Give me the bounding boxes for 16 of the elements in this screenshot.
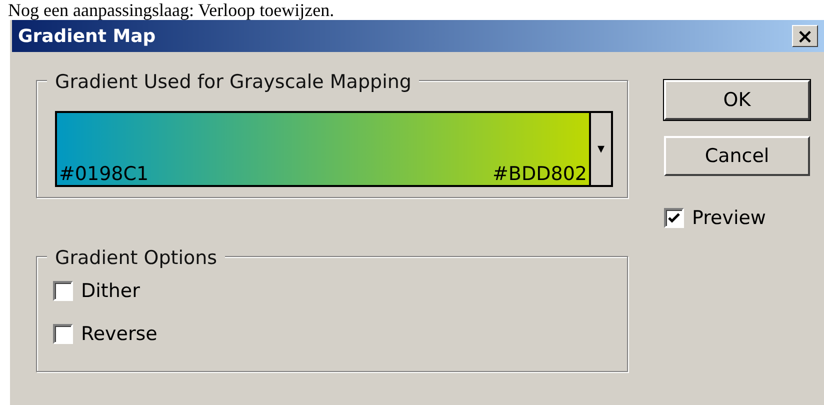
ok-button[interactable]: OK [664,80,810,120]
page-caption: Nog een aanpassingslaag: Verloop toewijzen. [7,0,336,20]
checkbox[interactable] [664,208,684,228]
color-code: #0198C1 [59,163,149,185]
window-title: Gradient Map [18,24,156,48]
checkbox-label: Reverse [81,322,158,346]
dropdown-button[interactable]: ▾ [589,113,611,185]
color-code: #BDD802 [492,163,587,185]
gradient-preview[interactable]: #0198C1 #BDD802 [57,113,589,185]
checkbox-label: Dither [81,279,140,304]
cancel-button[interactable]: Cancel [664,136,810,176]
checkmark-icon [668,213,680,224]
checkbox[interactable] [53,324,73,344]
close-button[interactable]: × [792,25,818,47]
checkbox[interactable] [53,281,73,302]
checkbox-label: Preview [692,206,766,231]
